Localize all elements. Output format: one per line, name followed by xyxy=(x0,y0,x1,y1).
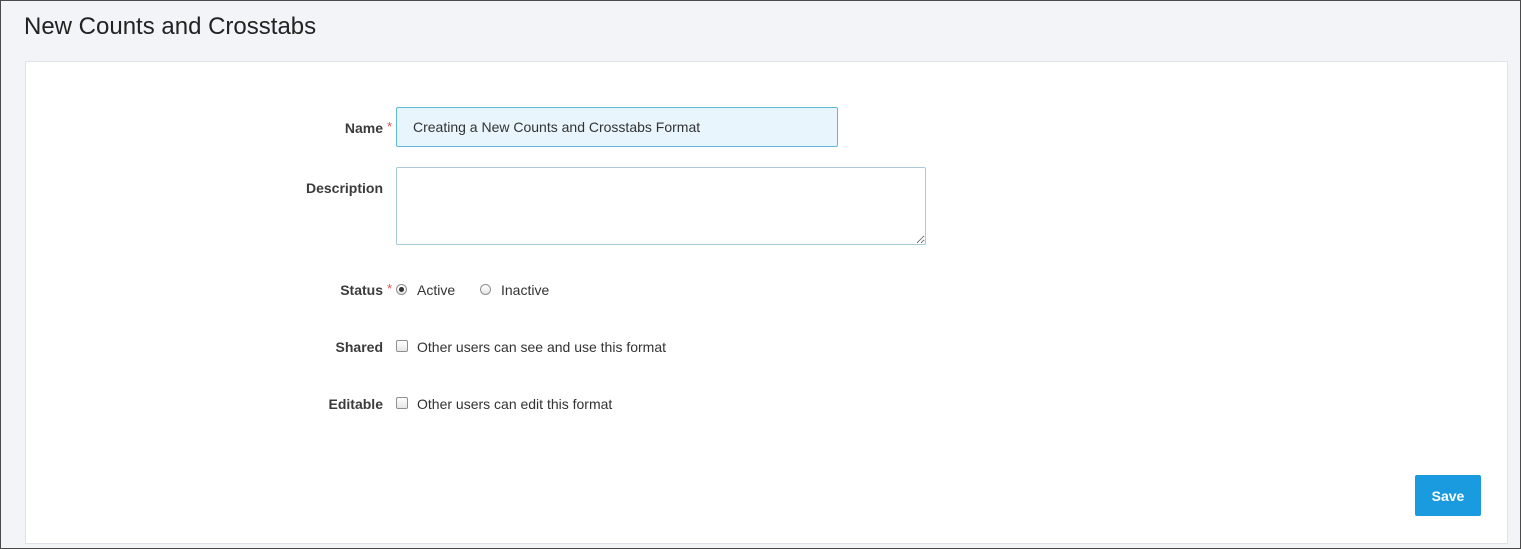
shared-label: Shared xyxy=(335,339,383,355)
status-inactive-radio[interactable] xyxy=(480,284,491,295)
page-title: New Counts and Crosstabs xyxy=(24,13,317,40)
editable-checkbox[interactable] xyxy=(396,397,408,409)
editable-checkbox-label[interactable]: Other users can edit this format xyxy=(417,395,612,413)
description-label: Description xyxy=(305,180,383,196)
status-active-radio[interactable] xyxy=(396,284,407,295)
shared-checkbox[interactable] xyxy=(396,340,408,352)
shared-checkbox-label[interactable]: Other users can see and use this format xyxy=(417,338,666,356)
save-button[interactable]: Save xyxy=(1415,475,1481,516)
status-inactive-label[interactable]: Inactive xyxy=(501,281,549,299)
window-frame: New Counts and Crosstabs Name * Descript… xyxy=(0,0,1521,549)
name-input[interactable] xyxy=(396,107,838,147)
status-active-label[interactable]: Active xyxy=(417,281,455,299)
description-textarea[interactable] xyxy=(396,167,926,245)
editable-label: Editable xyxy=(328,396,383,412)
name-required-marker: * xyxy=(387,119,393,134)
status-required-marker: * xyxy=(387,281,393,296)
status-label: Status xyxy=(340,282,383,298)
form-panel: Name * Description Status * Active Inact… xyxy=(25,61,1508,544)
name-label: Name xyxy=(344,120,383,136)
